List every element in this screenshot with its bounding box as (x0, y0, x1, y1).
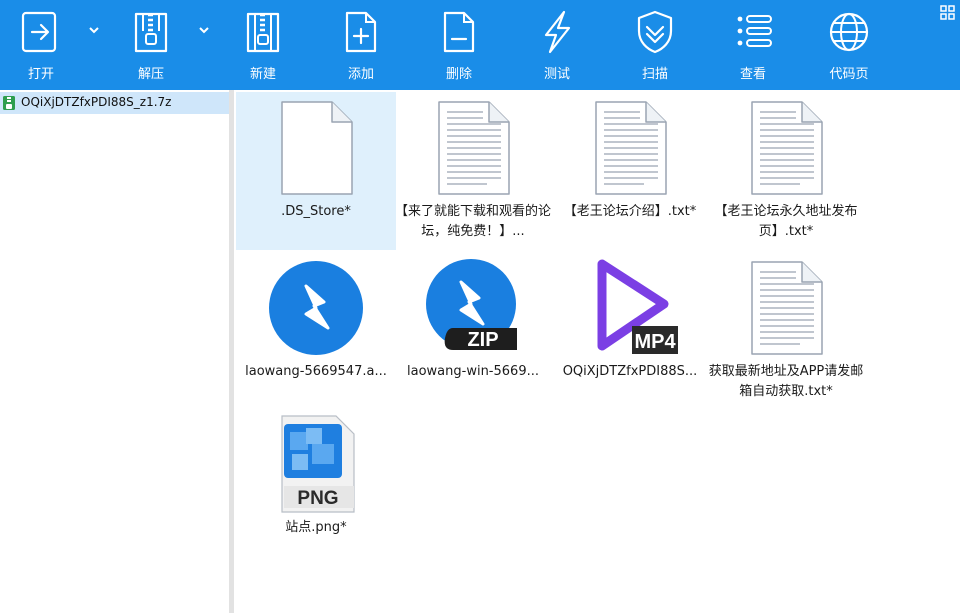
svg-text:ZIP: ZIP (467, 329, 498, 351)
image-file-icon: PNG (281, 415, 355, 513)
text-file-icon (595, 101, 667, 195)
text-file-icon (751, 101, 823, 195)
view-button[interactable]: 查看 (712, 0, 792, 90)
list-view-icon (737, 15, 772, 47)
video-play-icon: MP4 (597, 259, 678, 354)
extract-dropdown-chevron-icon[interactable] (196, 20, 212, 40)
extract-label: 解压 (137, 67, 164, 82)
file-name: 【来了就能下载和观看的论坛，纯免费！】... (394, 204, 551, 239)
toolbar: 打开 解压 新建 添加 删除 测试 扫描 查看 代码页 (0, 0, 960, 90)
text-file-icon (438, 101, 510, 195)
file-grid: .DS_Store* 【来了就能下载和观看的论坛，纯免费！】... 【老王论坛介… (234, 90, 960, 613)
file-name: laowang-win-5669... (407, 364, 539, 379)
code-page-button[interactable]: 代码页 (808, 0, 888, 90)
code-page-label: 代码页 (829, 67, 869, 82)
file-name: 获取最新地址及APP请发邮箱自动获取.txt* (708, 364, 864, 399)
file-item-app[interactable]: laowang-5669547.a... (236, 252, 396, 410)
open-dropdown-chevron-icon[interactable] (86, 20, 102, 40)
file-item-ds-store[interactable]: .DS_Store* (236, 92, 396, 250)
scan-label: 扫描 (641, 67, 668, 82)
new-label: 新建 (249, 67, 276, 82)
file-item-txt-1[interactable]: 【来了就能下载和观看的论坛，纯免费！】... (393, 92, 553, 250)
file-name: 【老王论坛永久地址发布页】.txt* (714, 204, 858, 239)
file-item-mp4[interactable]: MP4 OQiXjDTZfxPDI88S... (550, 252, 710, 410)
open-button[interactable]: 打开 (0, 0, 80, 90)
new-archive-icon (246, 12, 280, 53)
view-label: 查看 (739, 67, 766, 82)
globe-icon (829, 12, 869, 52)
extract-icon (134, 12, 168, 53)
file-item-zip[interactable]: ZIP laowang-win-5669... (393, 252, 553, 410)
file-name: laowang-5669547.a... (245, 364, 387, 379)
lightning-icon (544, 10, 571, 54)
file-item-txt-4[interactable]: 获取最新地址及APP请发邮箱自动获取.txt* (706, 252, 866, 410)
file-item-txt-2[interactable]: 【老王论坛介绍】.txt* (550, 92, 710, 250)
svg-text:PNG: PNG (297, 488, 338, 509)
tree-item-label: OQiXjDTZfxPDI88S_z1.7z (21, 95, 172, 109)
lightning-app-icon (269, 261, 363, 355)
add-file-icon (345, 11, 377, 53)
file-name: .DS_Store* (281, 204, 351, 219)
archive-window: 打开 解压 新建 添加 删除 测试 扫描 查看 代码页 OQiXjDTZfxPD… (0, 0, 960, 613)
zip-archive-icon: ZIP (426, 259, 517, 351)
folder-tree-panel: OQiXjDTZfxPDI88S_z1.7z (0, 90, 230, 613)
blank-file-icon (281, 101, 353, 195)
archive-file-icon (3, 96, 15, 110)
shield-icon (637, 10, 673, 54)
add-label: 添加 (347, 67, 374, 82)
scan-button[interactable]: 扫描 (614, 0, 694, 90)
file-name: 【老王论坛介绍】.txt* (563, 204, 697, 219)
delete-label: 删除 (445, 67, 472, 82)
text-file-icon (751, 261, 823, 355)
delete-file-icon (443, 11, 475, 53)
open-label: 打开 (27, 67, 54, 82)
test-button[interactable]: 测试 (516, 0, 596, 90)
file-name: 站点.png* (285, 520, 347, 535)
open-icon (21, 11, 57, 53)
test-label: 测试 (543, 67, 570, 82)
tree-item-archive[interactable]: OQiXjDTZfxPDI88S_z1.7z (0, 92, 230, 114)
extract-button[interactable]: 解压 (110, 0, 190, 90)
delete-button[interactable]: 删除 (418, 0, 498, 90)
grid-view-icon[interactable] (940, 5, 956, 21)
add-button[interactable]: 添加 (320, 0, 400, 90)
new-button[interactable]: 新建 (222, 0, 302, 90)
svg-text:MP4: MP4 (634, 331, 676, 353)
file-item-txt-3[interactable]: 【老王论坛永久地址发布页】.txt* (706, 92, 866, 250)
file-name: OQiXjDTZfxPDI88S... (562, 364, 698, 379)
file-item-png[interactable]: PNG 站点.png* (236, 408, 396, 566)
